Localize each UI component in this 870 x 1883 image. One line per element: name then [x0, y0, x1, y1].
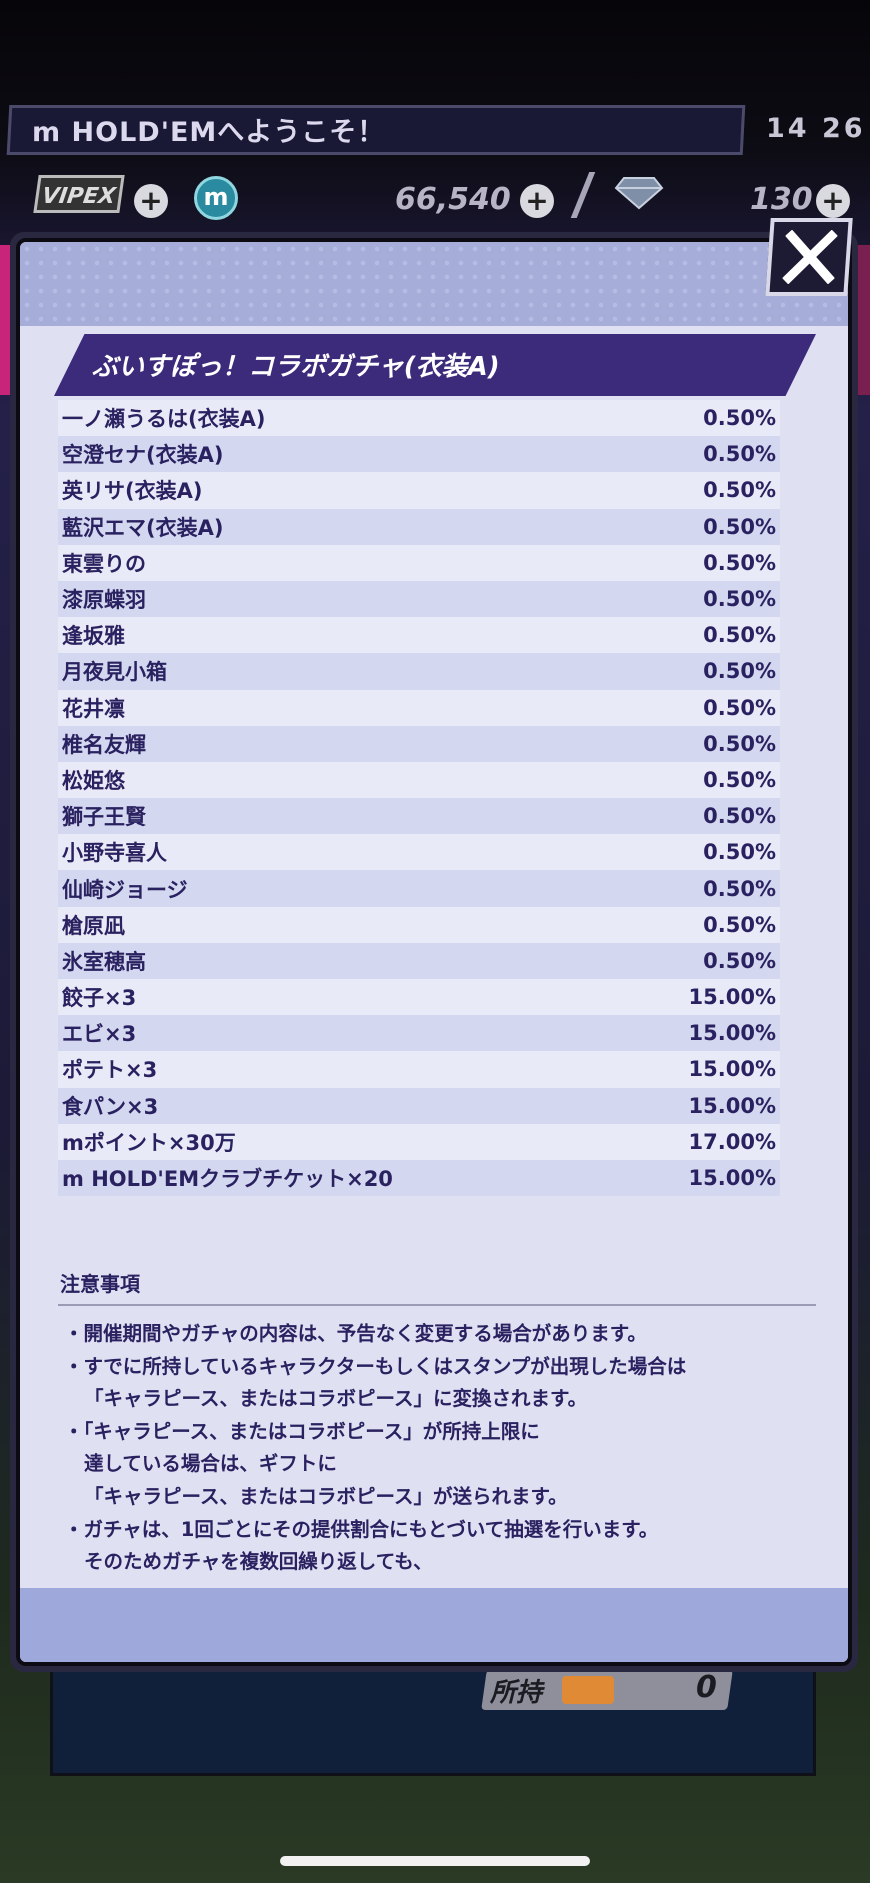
note-line: ・ガチャは、1回ごとにその提供割合にもとづいて抽選を行います。	[64, 1517, 659, 1541]
item-rate: 0.50%	[703, 406, 776, 431]
rate-row: 仙崎ジョージ 0.50%	[58, 870, 780, 907]
item-rate: 0.50%	[703, 767, 776, 792]
rate-row: 漆原蝶羽 0.50%	[58, 580, 780, 618]
item-rate: 0.50%	[703, 623, 776, 648]
item-rate: 15.00%	[688, 1021, 776, 1046]
item-rate: 0.50%	[703, 442, 776, 467]
rate-row: mポイント×30万 17.00%	[58, 1123, 780, 1160]
item-name: 月夜見小箱	[62, 660, 167, 685]
item-name: 小野寺喜人	[62, 841, 167, 866]
item-name: 花井凛	[62, 696, 125, 721]
modal-footer	[20, 1588, 848, 1662]
item-name: 一ノ瀬うるは(衣装A)	[62, 407, 266, 432]
rate-row: 東雲りの 0.50%	[58, 544, 780, 581]
close-icon	[782, 230, 838, 284]
item-rate: 17.00%	[688, 1129, 776, 1154]
item-rate: 0.50%	[703, 840, 776, 865]
note-line: 「キャラピース、またはコラボピース」が送られます。	[84, 1484, 568, 1508]
rate-row: 英リサ(衣装A) 0.50%	[58, 472, 780, 509]
rates-table[interactable]: 一ノ瀬うるは(衣装A) 0.50% 空澄セナ(衣装A) 0.50% 英リサ(衣装A)…	[58, 400, 780, 1197]
item-rate: 0.50%	[703, 695, 776, 720]
item-rate: 0.50%	[703, 948, 776, 973]
notes-title: 注意事項	[60, 1272, 140, 1296]
gem-count: 130	[750, 182, 813, 217]
item-name: 餃子×3	[62, 986, 137, 1011]
item-rate: 15.00%	[688, 1093, 776, 1118]
item-rate: 0.50%	[703, 514, 776, 539]
rate-row: 花井凛 0.50%	[58, 689, 780, 726]
item-name: 松姫悠	[62, 768, 125, 793]
item-rate: 0.50%	[703, 731, 776, 756]
owned-count: 0	[696, 1670, 717, 1705]
item-name: 漆原蝶羽	[62, 588, 146, 613]
vip-plus-icon[interactable]: +	[134, 184, 168, 218]
item-rate: 0.50%	[703, 659, 776, 684]
rate-row: 獅子王賢 0.50%	[58, 798, 780, 835]
item-name: 槍原凪	[62, 913, 125, 938]
item-rate: 0.50%	[703, 804, 776, 829]
item-name: ポテト×3	[62, 1058, 158, 1083]
note-line: そのためガチャを複数回繰り返しても、	[84, 1550, 433, 1574]
note-line: ・すでに所持しているキャラクターもしくはスタンプが出現した場合は	[64, 1354, 687, 1378]
item-rate: 0.50%	[703, 912, 776, 937]
item-name: mポイント×30万	[62, 1130, 236, 1155]
item-name: 食パン×3	[62, 1094, 159, 1119]
item-rate: 15.00%	[688, 1057, 776, 1082]
item-rate: 0.50%	[703, 478, 776, 503]
note-line: 達している場合は、ギフトに	[84, 1452, 337, 1476]
item-rate: 0.50%	[703, 876, 776, 901]
rate-row: 小野寺喜人 0.50%	[58, 834, 780, 871]
rate-row: 空澄セナ(衣装A) 0.50%	[58, 436, 780, 473]
notes-divider	[58, 1304, 816, 1306]
rate-row: 餃子×3 15.00%	[58, 979, 780, 1016]
modal-header	[20, 242, 848, 326]
coin-count: 66,540	[395, 182, 511, 217]
item-name: 椎名友輝	[62, 732, 146, 757]
rate-row: 藍沢エマ(衣装A) 0.50%	[58, 508, 780, 545]
close-button[interactable]	[765, 218, 853, 296]
item-name: 藍沢エマ(衣装A)	[62, 515, 224, 540]
rate-row: 月夜見小箱 0.50%	[58, 653, 780, 690]
item-rate: 0.50%	[703, 587, 776, 612]
note-line: ・開催期間やガチャの内容は、予告なく変更する場合があります。	[64, 1322, 647, 1345]
item-name: 獅子王賢	[62, 805, 146, 830]
rate-row: 食パン×3 15.00%	[58, 1087, 780, 1124]
welcome-text: m HOLD'EMへようこそ！	[32, 117, 386, 148]
item-name: 東雲りの	[62, 551, 146, 576]
rate-row: 氷室穂高 0.50%	[58, 942, 780, 979]
rate-row: 一ノ瀬うるは(衣装A) 0.50%	[58, 400, 780, 437]
rate-row: 松姫悠 0.50%	[58, 761, 780, 799]
vip-badge[interactable]: VIPEX	[33, 175, 125, 213]
item-name: m HOLD'EMクラブチケット×20	[62, 1167, 393, 1192]
notes-text[interactable]: ・開催期間やガチャの内容は、予告なく変更する場合があります。 ・すでに所持してい…	[64, 1318, 824, 1579]
diamond-icon	[614, 177, 664, 210]
m-coin-icon: m	[194, 176, 238, 220]
rate-row: m HOLD'EMクラブチケット×20 15.00%	[58, 1159, 780, 1197]
item-name: エビ×3	[62, 1022, 137, 1047]
note-line: 「キャラピース、またはコラボピース」に変換されます。	[84, 1387, 588, 1411]
gem-plus-icon[interactable]: +	[816, 184, 850, 218]
gacha-title: ぶいすぽっ！コラボガチャ(衣装A)	[92, 352, 500, 382]
home-indicator[interactable]	[280, 1856, 590, 1866]
item-name: 英リサ(衣装A)	[62, 479, 203, 504]
rate-row: 槍原凪 0.50%	[58, 906, 780, 943]
item-name: 空澄セナ(衣装A)	[62, 443, 224, 468]
rate-row: エビ×3 15.00%	[58, 1015, 780, 1052]
item-rate: 15.00%	[688, 1166, 776, 1191]
note-line: ・「キャラピース、またはコラボピース」が所持上限に	[64, 1419, 540, 1443]
rate-row: ポテト×3 15.00%	[58, 1051, 780, 1088]
ticket-icon	[562, 1676, 614, 1704]
item-rate: 0.50%	[703, 550, 776, 575]
rate-row: 椎名友輝 0.50%	[58, 725, 780, 762]
coin-plus-icon[interactable]: +	[520, 184, 554, 218]
item-name: 氷室穂高	[62, 949, 146, 974]
owned-label: 所持	[490, 1678, 543, 1708]
clock: 14 26	[766, 113, 866, 144]
item-name: 仙崎ジョージ	[62, 877, 188, 902]
item-name: 逢坂雅	[62, 624, 125, 649]
item-rate: 15.00%	[688, 985, 776, 1010]
rate-row: 逢坂雅 0.50%	[58, 617, 780, 654]
